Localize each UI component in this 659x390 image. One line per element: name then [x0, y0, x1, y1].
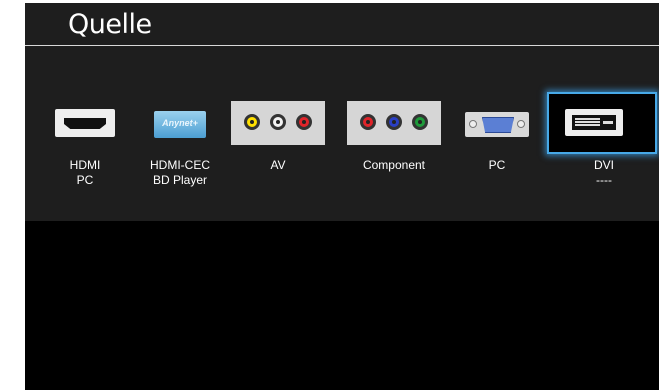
source-label: DVI [593, 158, 614, 172]
hdmi-port-icon[interactable] [55, 109, 115, 137]
source-sublabel: BD Player [152, 173, 208, 187]
av-jack-red [296, 114, 312, 130]
source-item-av[interactable]: AV [218, 158, 338, 173]
source-label: PC [488, 158, 506, 172]
rca-av-icon[interactable] [231, 101, 325, 145]
component-jack-red [360, 114, 376, 130]
vga-icon[interactable] [465, 112, 529, 137]
component-jack-blue [386, 114, 402, 130]
source-item-component[interactable]: Component [334, 158, 454, 173]
av-jack-white [270, 114, 286, 130]
anynet-logo: Anynet+ [162, 118, 198, 128]
hdmi-socket [64, 118, 106, 129]
vga-socket [482, 117, 514, 133]
vga-screw-right [517, 120, 525, 128]
title-divider [25, 45, 659, 46]
dvi-socket [572, 115, 616, 130]
dvi-flat-pin [603, 121, 613, 124]
vga-screw-left [469, 120, 477, 128]
component-jack-green [412, 114, 428, 130]
source-item-pc[interactable]: PC [437, 158, 557, 173]
source-sublabel: ---- [596, 173, 612, 187]
source-label: Component [362, 158, 426, 172]
component-icon[interactable] [347, 101, 441, 145]
tv-screen: Quelle HDMI PC Anynet+ HDMI-CEC BD Playe… [25, 3, 659, 390]
source-item-dvi[interactable]: DVI ---- [544, 158, 659, 188]
source-label: AV [270, 158, 286, 172]
dvi-port-icon[interactable] [565, 109, 623, 136]
av-jack-yellow [244, 114, 260, 130]
source-panel: Quelle HDMI PC Anynet+ HDMI-CEC BD Playe… [25, 3, 659, 221]
dvi-pins [575, 118, 600, 127]
anynet-icon[interactable]: Anynet+ [154, 111, 206, 138]
page-title: Quelle [68, 9, 152, 40]
